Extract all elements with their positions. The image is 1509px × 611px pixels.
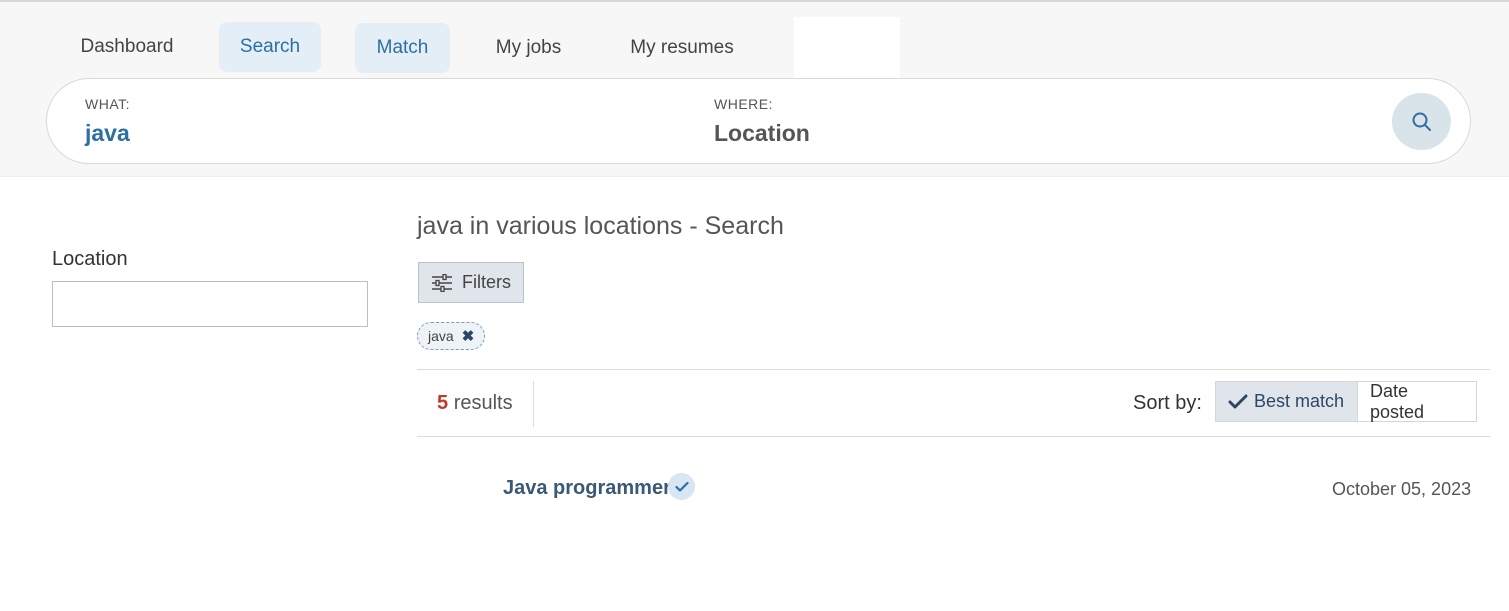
verified-badge bbox=[668, 473, 695, 500]
job-date: October 05, 2023 bbox=[1332, 479, 1472, 499]
tab-my-jobs[interactable]: My jobs bbox=[474, 23, 583, 73]
tab-search[interactable]: Search bbox=[219, 22, 321, 72]
what-input[interactable]: java bbox=[85, 120, 130, 147]
sort-date-posted-button[interactable]: Date posted bbox=[1357, 380, 1476, 422]
results-count: 5 results bbox=[437, 392, 513, 415]
check-icon bbox=[1228, 394, 1248, 408]
filters-label: Filters bbox=[462, 272, 511, 292]
sort-label: Sort by: bbox=[1133, 392, 1202, 414]
header: Dashboard Search Match My jobs My resume… bbox=[0, 2, 1509, 177]
results-number: 5 bbox=[437, 392, 449, 414]
sort-date-posted-label: Date posted bbox=[1370, 380, 1425, 422]
sliders-icon bbox=[432, 273, 452, 292]
location-filter-label: Location bbox=[52, 248, 128, 270]
tab-placeholder bbox=[794, 17, 900, 78]
where-label: WHERE: bbox=[714, 96, 773, 112]
verified-check-icon bbox=[674, 481, 689, 492]
search-bar: WHAT: java WHERE: Location bbox=[46, 78, 1471, 164]
search-icon bbox=[1412, 112, 1431, 131]
tab-dashboard[interactable]: Dashboard bbox=[59, 22, 195, 72]
filter-chip-label: java bbox=[428, 328, 454, 344]
where-input[interactable]: Location bbox=[714, 120, 810, 147]
close-icon[interactable]: ✖ bbox=[462, 327, 475, 345]
divider bbox=[417, 369, 1490, 370]
filter-chip: java ✖ bbox=[417, 322, 486, 350]
job-title-link[interactable]: Java programmer bbox=[503, 477, 671, 500]
sort-best-match-button[interactable]: Best match bbox=[1216, 382, 1357, 421]
location-filter-input[interactable] bbox=[52, 281, 368, 327]
what-label: WHAT: bbox=[85, 96, 131, 112]
results-divider bbox=[533, 381, 534, 427]
tab-match[interactable]: Match bbox=[355, 23, 450, 73]
page-title: java in various locations - Search bbox=[417, 212, 784, 240]
sort-best-match-label: Best match bbox=[1254, 391, 1345, 411]
filters-button[interactable]: Filters bbox=[418, 262, 524, 303]
sort-toggle: Best match Date posted bbox=[1215, 381, 1477, 422]
results-word: results bbox=[453, 392, 513, 414]
divider bbox=[417, 436, 1490, 437]
tab-my-resumes[interactable]: My resumes bbox=[607, 23, 757, 73]
search-button[interactable] bbox=[1392, 93, 1451, 150]
